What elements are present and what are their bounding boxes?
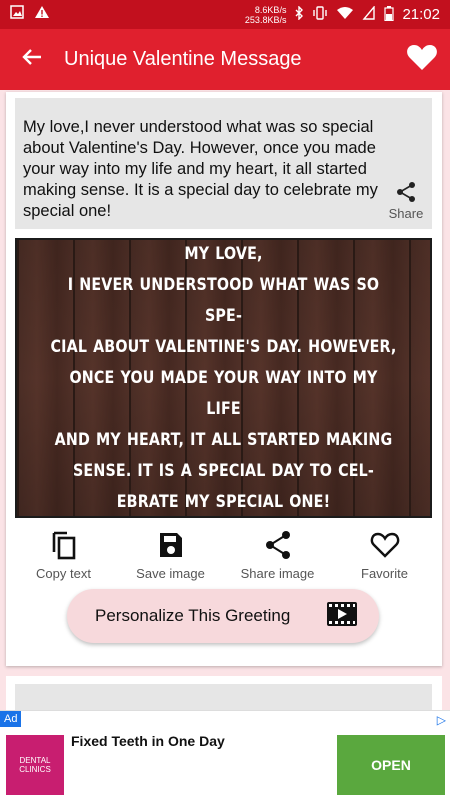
net-up-text: 253.8KB/s [244,14,287,25]
vibrate-icon [312,6,328,23]
image-text-line: sense. It is a special day to cel- [72,460,375,481]
message-card: My love, I never understood what was so s… [6,92,442,666]
image-notification-icon [10,5,24,24]
favorite-label: Favorite [361,566,408,581]
action-bar: Copy text Save image Share image Favorit… [6,530,442,588]
greeting-image[interactable]: My love, I never understood what was so … [15,238,432,518]
message-text: My love,I never understood what was so s… [23,118,378,220]
heart-filled-icon [406,43,438,76]
wifi-icon [336,6,354,23]
favorite-toolbar-button[interactable] [394,29,450,90]
clock-text: 21:02 [402,6,440,23]
app-toolbar: Unique Valentine Message [0,29,450,90]
ad-badge: Ad [0,711,22,727]
video-icon [327,601,357,631]
favorite-button[interactable]: Favorite [335,530,435,588]
share-image-label: Share image [240,566,315,581]
copy-text-button[interactable]: Copy text [14,530,114,588]
copy-icon [14,530,114,560]
greeting-image-text: My love, I never understood what was so … [50,239,397,518]
net-down-text: 8.6KB/s [254,4,287,15]
bluetooth-icon [294,5,304,23]
image-text-line: cial about Valentine's Day. However, [50,336,397,357]
share-label: Share [388,206,424,221]
ad-logo-text: DENTAL CLINICS [19,756,51,774]
warning-notification-icon [34,5,50,24]
heart-outline-icon [335,530,435,560]
page-title: Unique Valentine Message [64,48,302,70]
share-icon [228,530,328,560]
personalize-greeting-button[interactable]: Personalize This Greeting [67,589,379,643]
save-icon [121,530,221,560]
sim-icon [362,5,376,23]
ad-logo: DENTAL CLINICS [6,735,64,795]
image-text-line: ebrate my special one! [116,491,331,512]
ad-open-button[interactable]: OPEN [337,735,445,795]
copy-text-label: Copy text [36,566,91,581]
message-box: My love,I never understood what was so s… [15,98,432,229]
save-image-button[interactable]: Save image [121,530,221,588]
image-text-line: I never understood what was so spe- [67,274,380,326]
save-image-label: Save image [136,566,205,581]
status-bar: 8.6KB/s 253.8KB/s 21:02 [0,0,450,29]
image-text-line: My love, [184,243,263,264]
image-text-line: once you made your way into my life [69,367,378,419]
share-text-button[interactable]: Share [386,181,426,221]
back-button[interactable] [0,29,64,90]
share-image-button[interactable]: Share image [228,530,328,588]
ad-title: Fixed Teeth in One Day [71,733,225,749]
network-speed: 8.6KB/s 253.8KB/s [245,5,287,25]
image-text-line: and my heart, it all started making [54,429,393,450]
ad-banner[interactable]: Ad ▷ DENTAL CLINICS Fixed Teeth in One D… [0,710,450,800]
battery-icon [384,5,395,24]
ad-choices-icon[interactable]: ▷ [437,713,446,727]
share-icon [386,181,426,203]
personalize-label: Personalize This Greeting [95,606,291,625]
arrow-left-icon [22,48,42,71]
